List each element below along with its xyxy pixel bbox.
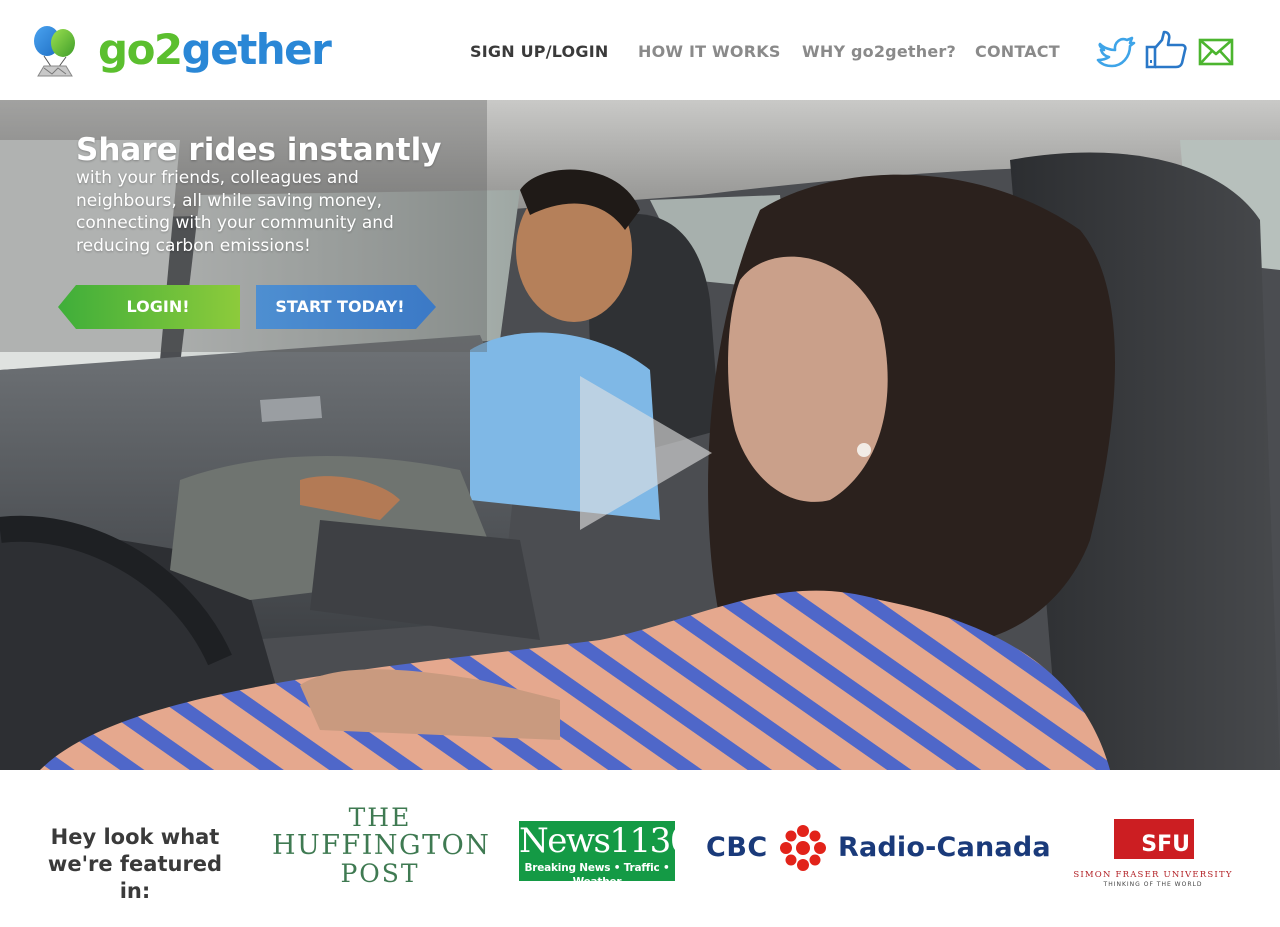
featured-in-section: Hey look what we're featured in: THE HUF… [0, 770, 1280, 927]
play-icon[interactable] [580, 376, 712, 530]
brand-logo-text[interactable]: go2gether [98, 22, 332, 78]
facebook-like-icon[interactable] [1145, 30, 1187, 70]
start-today-button[interactable]: START TODAY! [256, 285, 436, 329]
news1130-title: News1130 [519, 821, 691, 861]
twitter-bird-icon[interactable] [1096, 32, 1136, 70]
nav-signup-login[interactable]: SIGN UP/LOGIN [470, 40, 608, 64]
cbc-gem-icon [780, 825, 826, 871]
huffington-line2: HUFFINGTON [272, 830, 491, 861]
news1130-logo[interactable]: News1130 Breaking News • Traffic • Weath… [519, 821, 691, 888]
nav-why-go2gether[interactable]: WHY go2gether? [802, 40, 956, 64]
logo-balloon-icon[interactable] [32, 26, 78, 78]
brand-name-part2: gether [181, 25, 332, 74]
site-header: go2gether SIGN UP/LOGIN HOW IT WORKS WHY… [0, 0, 1280, 100]
login-button[interactable]: LOGIN! [58, 285, 240, 329]
news1130-tagline: Breaking News • Traffic • Weather [524, 862, 670, 888]
huffington-line1: THE [348, 803, 412, 832]
huffington-line3: POST [340, 859, 420, 888]
hero-title: Share rides instantly [76, 132, 442, 168]
nav-contact[interactable]: CONTACT [975, 40, 1060, 64]
cbc-radio-canada-logo[interactable]: CBC Radio-Canada [706, 824, 1051, 872]
radio-canada-text: Radio-Canada [838, 832, 1051, 863]
sfu-name: SIMON FRASER UNIVERSITY [1073, 870, 1233, 880]
huffington-post-logo[interactable]: THE HUFFINGTON POST [272, 803, 491, 888]
email-envelope-icon[interactable] [1198, 38, 1234, 66]
cbc-text: CBC [706, 832, 768, 863]
hero-video-section[interactable]: Share rides instantly with your friends,… [0, 100, 1280, 770]
brand-name-part1: go2 [98, 25, 183, 74]
sfu-tagline: THINKING OF THE WORLD [1103, 881, 1203, 888]
nav-how-it-works[interactable]: HOW IT WORKS [638, 40, 781, 64]
featured-label: Hey look what we're featured in: [47, 825, 223, 903]
sfu-logo-box[interactable]: SFU [1114, 819, 1194, 859]
hero-subtitle: with your friends, colleagues and neighb… [76, 168, 394, 256]
